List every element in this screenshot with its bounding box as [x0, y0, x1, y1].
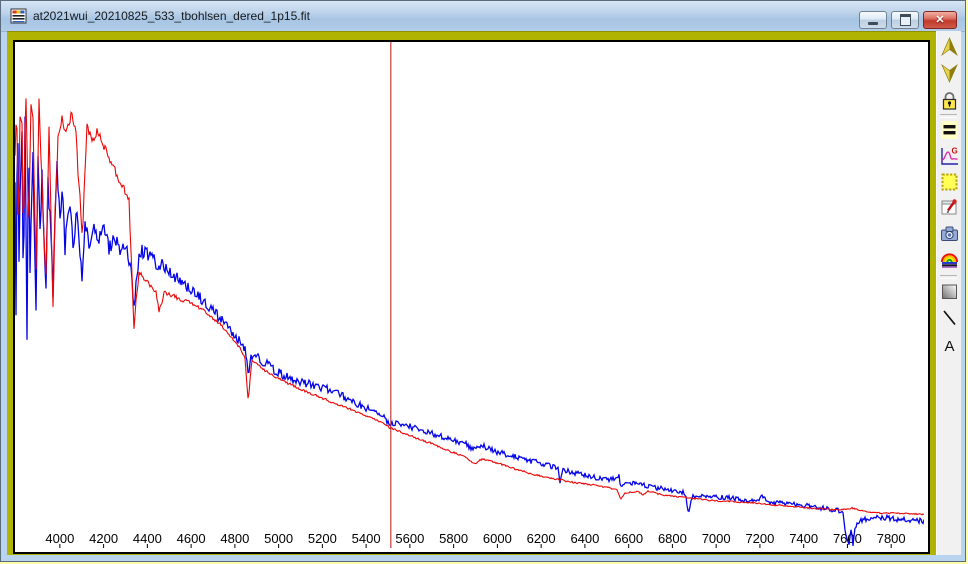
x-tick-label: 6800 — [658, 531, 687, 546]
object-spectrum-trace — [15, 117, 924, 546]
line-tool-icon[interactable] — [939, 307, 960, 329]
x-tick-label: 6000 — [483, 531, 512, 546]
tool-palette: G — [936, 31, 961, 555]
rainbow-icon[interactable] — [939, 249, 960, 271]
close-icon: ✕ — [935, 12, 944, 28]
x-tick-label: 4800 — [220, 531, 249, 546]
x-tick-label: 5600 — [395, 531, 424, 546]
x-tick-label: 6600 — [614, 531, 643, 546]
plot-frame: 4000 4200 4400 4600 4800 5000 5200 5400 5600 5800… — [7, 31, 936, 555]
window-title: at2021wui_20210825_533_tbohlsen_dered_1p… — [33, 9, 310, 23]
toolbar-separator — [940, 275, 957, 279]
svg-text:G: G — [952, 147, 958, 156]
x-tick-label: 4000 — [45, 531, 74, 546]
minimize-icon — [868, 22, 878, 25]
annotate-icon[interactable] — [939, 197, 960, 219]
x-tick-label: 7200 — [745, 531, 774, 546]
x-tick-label: 5800 — [439, 531, 468, 546]
x-tick-label: 5200 — [308, 531, 337, 546]
spectrum-plot[interactable]: 4000 4200 4400 4600 4800 5000 5200 5400 5600 5800… — [13, 40, 930, 554]
app-window: at2021wui_20210825_533_tbohlsen_dered_1p… — [0, 0, 966, 562]
x-tick-label: 7800 — [877, 531, 906, 546]
minimize-button[interactable] — [859, 11, 887, 29]
x-tick-label: 4200 — [89, 531, 118, 546]
x-tick-label: 7000 — [702, 531, 731, 546]
maximize-button[interactable] — [891, 11, 919, 29]
app-icon — [10, 8, 27, 24]
gaussian-fit-icon[interactable]: G — [939, 145, 960, 167]
x-tick-label: 4400 — [133, 531, 162, 546]
close-button[interactable]: ✕ — [923, 11, 957, 29]
lock-icon[interactable] — [939, 90, 960, 112]
window-controls: ✕ — [859, 11, 957, 29]
x-tick-label: 7400 — [789, 531, 818, 546]
svg-text:A: A — [944, 338, 954, 355]
x-tick-label: 4600 — [177, 531, 206, 546]
gradient-icon[interactable] — [939, 281, 960, 303]
nav-down-icon[interactable] — [939, 62, 960, 84]
x-tick-label: 5000 — [264, 531, 293, 546]
maximize-icon — [900, 14, 911, 26]
x-tick-label: 6400 — [570, 531, 599, 546]
toolbar-separator — [940, 114, 957, 118]
x-tick-label: 6200 — [527, 531, 556, 546]
selection-icon[interactable] — [939, 171, 960, 193]
titlebar[interactable]: at2021wui_20210825_533_tbohlsen_dered_1p… — [1, 1, 965, 32]
text-tool-icon[interactable]: A — [939, 335, 960, 357]
spectrum-chart-canvas[interactable]: 4000 4200 4400 4600 4800 5000 5200 5400 5600 5800… — [15, 42, 924, 548]
reference-spectrum-trace — [15, 98, 924, 514]
x-tick-label: 5400 — [352, 531, 381, 546]
equals-icon[interactable] — [939, 119, 960, 141]
nav-up-icon[interactable] — [939, 36, 960, 58]
camera-icon[interactable] — [939, 223, 960, 245]
